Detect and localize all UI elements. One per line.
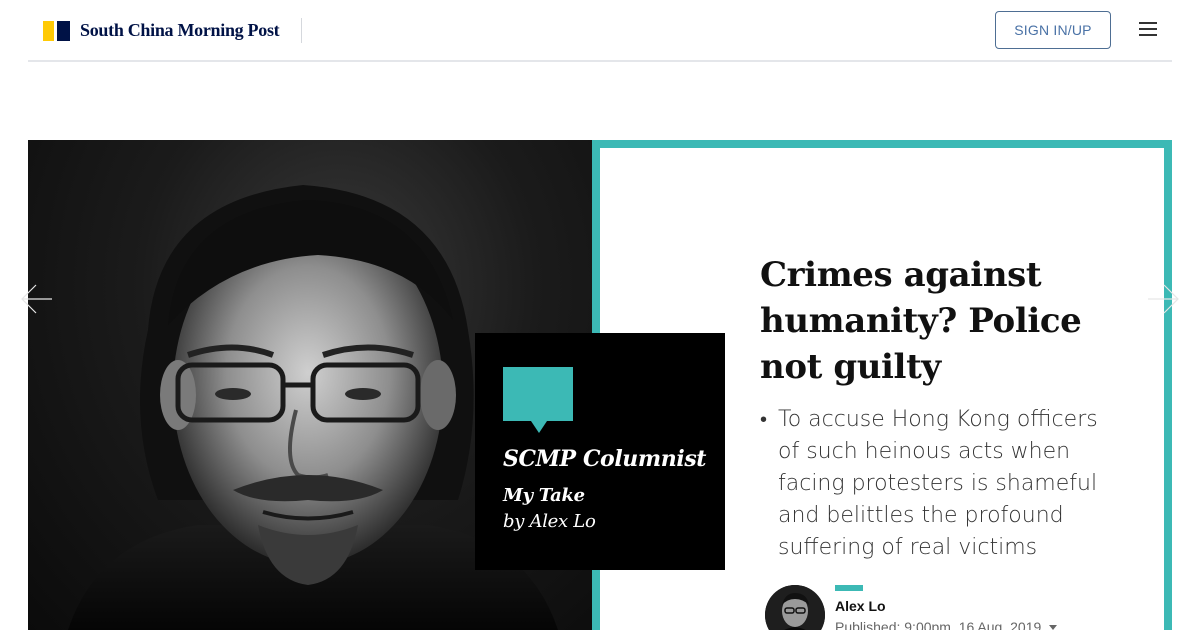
column-name: My Take: [503, 485, 585, 506]
header-rule: [28, 60, 1172, 62]
published-date[interactable]: Published: 9:00pm, 16 Aug, 2019: [835, 619, 1058, 630]
article-summary: • To accuse Hong Kong officers of such h…: [760, 404, 1110, 564]
logo-text: South China Morning Post: [80, 20, 280, 40]
speech-bubble-icon: [503, 367, 573, 421]
summary-text: To accuse Hong Kong officers of such hei…: [778, 407, 1098, 560]
author-name[interactable]: Alex Lo: [835, 598, 886, 614]
logo-mark-icon: [43, 20, 70, 41]
columnist-byline: by Alex Lo: [503, 511, 596, 532]
published-text: Published: 9:00pm, 16 Aug, 2019: [835, 619, 1042, 630]
columnist-box: SCMP Columnist My Take by Alex Lo: [475, 333, 725, 570]
site-logo[interactable]: South China Morning Post: [43, 20, 280, 41]
chevron-down-icon[interactable]: [1049, 624, 1058, 630]
speech-bubble-tail: [531, 421, 547, 433]
author-accent-bar: [835, 585, 863, 591]
arrow-left-icon[interactable]: [20, 283, 54, 315]
hamburger-menu-icon[interactable]: [1139, 22, 1157, 37]
header-divider: [301, 18, 302, 43]
site-header: South China Morning Post SIGN IN/UP: [0, 0, 1200, 62]
sign-in-button[interactable]: SIGN IN/UP: [995, 11, 1111, 49]
bullet-icon: •: [760, 409, 768, 431]
article-headline[interactable]: Crimes against humanity? Police not guil…: [760, 252, 1130, 390]
columnist-label: SCMP Columnist: [503, 446, 707, 472]
arrow-right-icon[interactable]: [1146, 283, 1180, 315]
